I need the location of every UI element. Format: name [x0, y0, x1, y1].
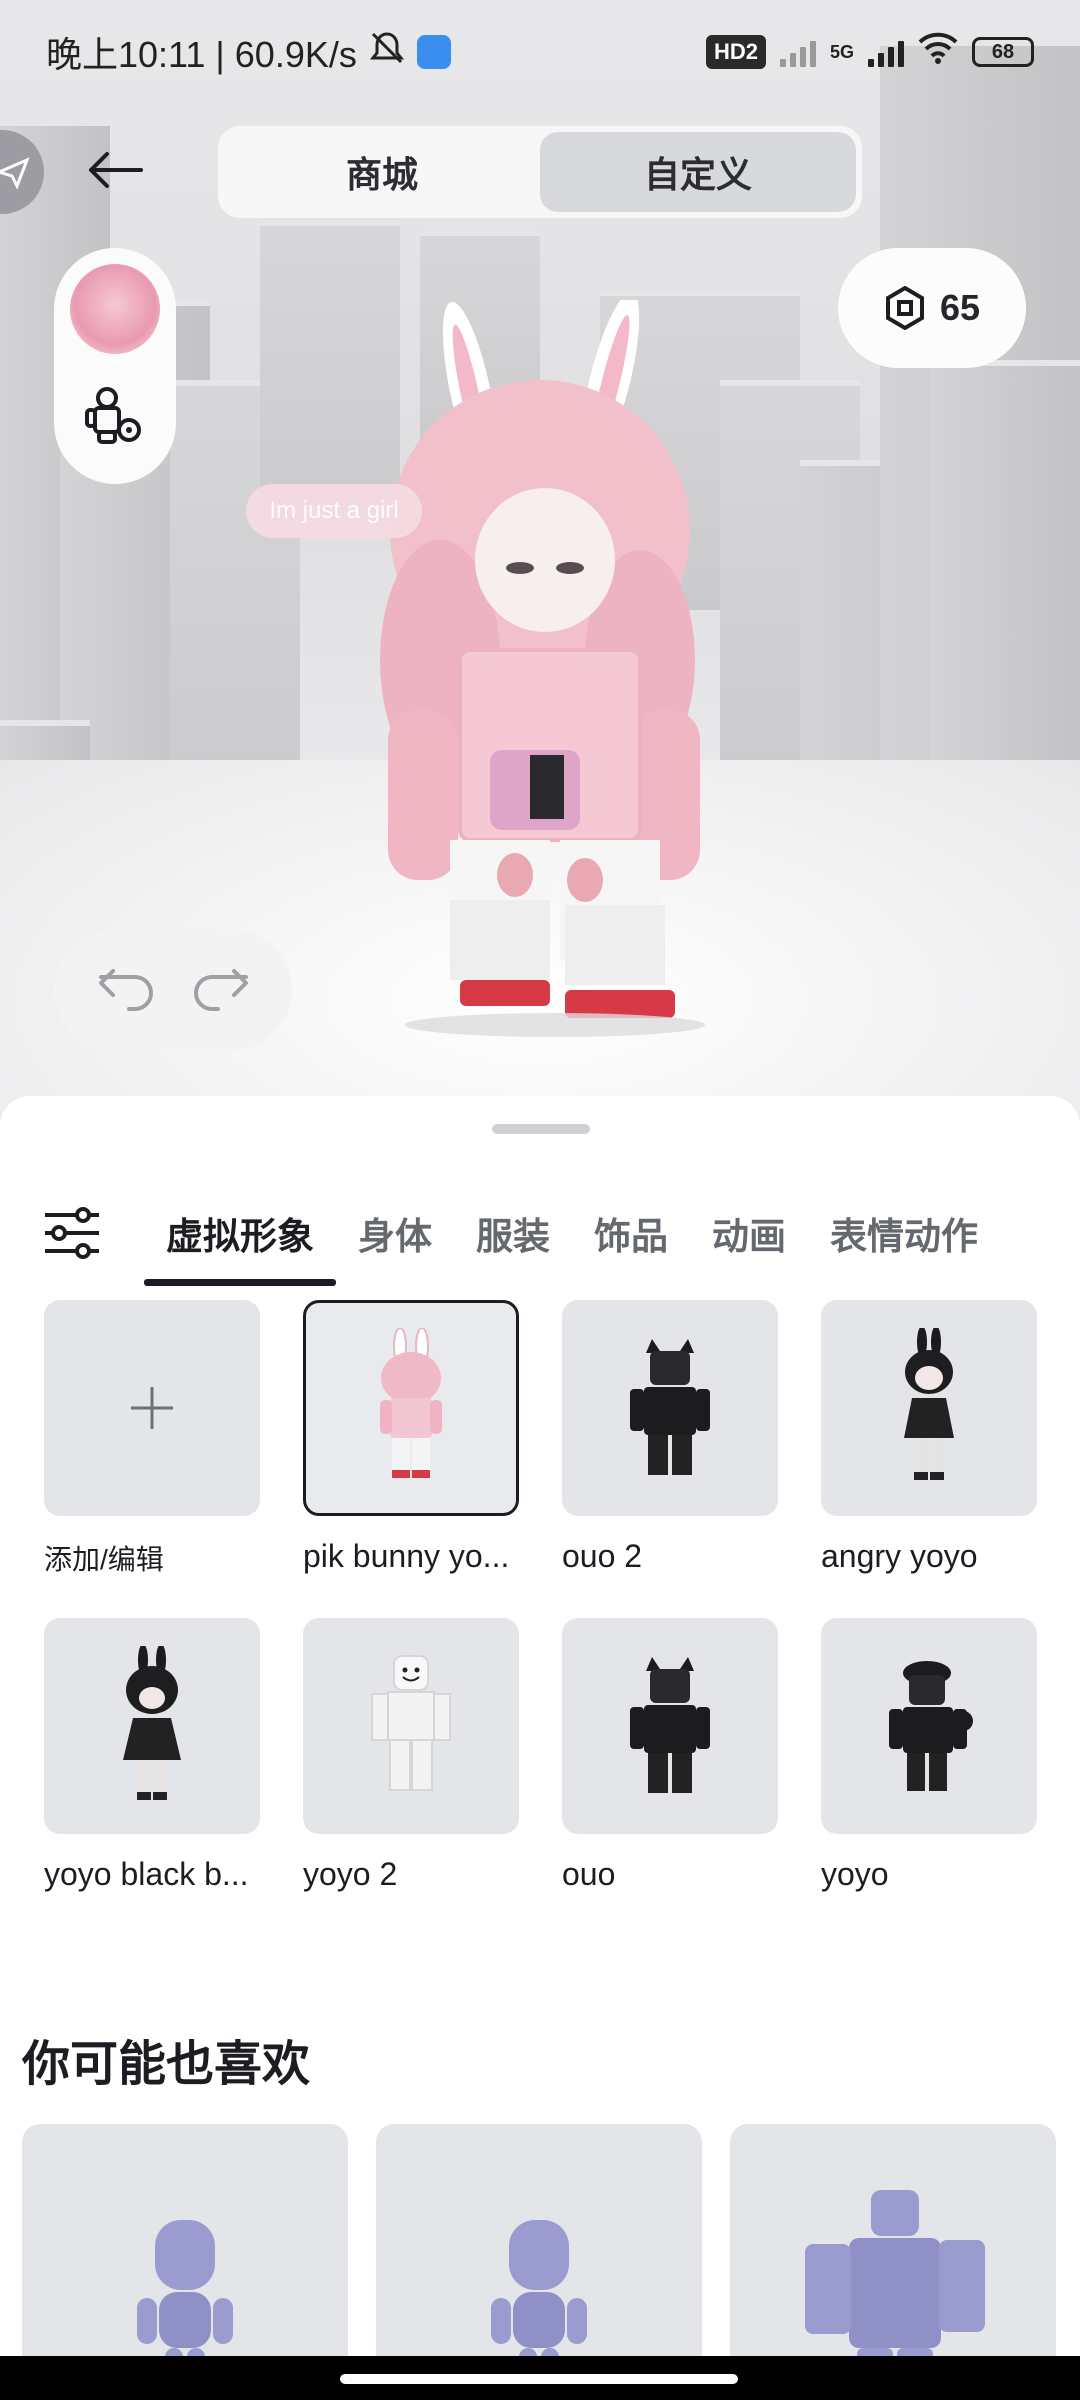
chat-bubble-text: Im just a girl: [269, 497, 399, 524]
outfit-label: angry yoyo: [821, 1538, 978, 1574]
avatar-thumbnail-icon: [904, 1328, 954, 1480]
wifi-icon: [918, 31, 958, 73]
outfit-thumbnail[interactable]: [562, 1618, 778, 1834]
sheet-drag-handle[interactable]: [492, 1124, 590, 1134]
outfit-add-cell: 添加/编辑: [44, 1300, 260, 1618]
undo-icon: [98, 968, 153, 1011]
category-tabs: 虚拟形象 身体 服装 饰品 动画 表情动作: [0, 1188, 1080, 1286]
avatar-thumbnail-icon: [630, 1657, 710, 1793]
avatar-settings-button[interactable]: [83, 384, 147, 453]
avatar-tools-panel: [54, 248, 176, 484]
outfit-label: ouo: [562, 1856, 616, 1892]
avatar-figure: [380, 300, 705, 1037]
battery-level: 68: [991, 40, 1015, 63]
redo-icon: [193, 968, 248, 1011]
battery-icon: 68: [972, 37, 1034, 67]
signal-icon-sim2: [868, 37, 904, 67]
filter-button[interactable]: [0, 1188, 144, 1278]
robux-balance[interactable]: 65: [838, 248, 1026, 368]
outfit-card: angry yoyo: [821, 1300, 1037, 1618]
customize-bottom-sheet: 虚拟形象 身体 服装 饰品 动画 表情动作 添加/编辑 pik bunny yo…: [0, 1096, 1080, 2400]
avatar-thumbnail-icon: [123, 1646, 181, 1800]
add-edit-button[interactable]: [44, 1300, 260, 1516]
network-type: 5G: [829, 42, 854, 62]
robux-icon: [885, 286, 924, 330]
outfit-card: yoyo black b...: [44, 1618, 260, 1936]
tab-clothing[interactable]: 服装: [454, 1188, 572, 1278]
tab-customize[interactable]: 自定义: [540, 132, 856, 212]
outfit-label: yoyo: [821, 1856, 889, 1892]
avatar-thumbnail-icon: [371, 1655, 451, 1791]
outfit-label: ouo 2: [562, 1538, 643, 1574]
tab-avatars[interactable]: 虚拟形象: [144, 1188, 336, 1286]
sliders-icon: [45, 1207, 99, 1259]
outfit-thumbnail-selected[interactable]: [303, 1300, 519, 1516]
outfit-card: yoyo: [821, 1618, 1037, 1936]
status-time: 晚上10:11 | 60.9K/s: [46, 34, 357, 75]
plus-icon: [131, 1387, 173, 1429]
outfit-card: ouo 2: [562, 1300, 778, 1618]
redo-button[interactable]: [188, 963, 252, 1018]
system-navigation-bar: [0, 2356, 1080, 2400]
paper-plane-icon: [0, 157, 30, 189]
outfit-label: 添加/编辑: [44, 1544, 164, 1575]
robux-amount: 65: [939, 287, 981, 328]
header-segmented-control: 商城 自定义: [218, 126, 862, 218]
outfit-thumbnail[interactable]: [562, 1300, 778, 1516]
outfit-label: yoyo 2: [303, 1856, 398, 1892]
history-controls: [54, 930, 292, 1050]
avatar-thumbnail-icon: [630, 1339, 710, 1475]
status-bar: 晚上10:11 | 60.9K/s HD2 5G 68: [0, 0, 1080, 104]
hd-icon: HD2: [705, 35, 766, 69]
tab-accessories[interactable]: 饰品: [572, 1188, 690, 1278]
character-gear-icon: [85, 387, 141, 444]
outfit-thumbnail[interactable]: [821, 1300, 1037, 1516]
outfit-thumbnail[interactable]: [821, 1618, 1037, 1834]
signal-icon-sim1: [779, 37, 816, 67]
outfit-card: yoyo 2: [303, 1618, 519, 1936]
outfit-thumbnail[interactable]: [44, 1618, 260, 1834]
undo-button[interactable]: [95, 963, 159, 1018]
back-button[interactable]: [80, 140, 150, 200]
avatar-headshot[interactable]: [70, 264, 160, 354]
outfit-card: pik bunny yo...: [303, 1300, 519, 1618]
app-notification-icon: [416, 35, 451, 69]
chat-bubble: Im just a girl: [246, 484, 422, 538]
outfit-grid: 添加/编辑 pik bunny yo... ouo 2 angry yoyo y…: [44, 1300, 1044, 1936]
tab-shop[interactable]: 商城: [224, 132, 540, 212]
outfit-thumbnail[interactable]: [303, 1618, 519, 1834]
tab-emotes[interactable]: 表情动作: [808, 1188, 1000, 1278]
recommendations-title: 你可能也喜欢: [22, 2038, 311, 2091]
tab-body[interactable]: 身体: [336, 1188, 454, 1278]
outfit-label: pik bunny yo...: [303, 1538, 510, 1574]
avatar-thumbnail-icon: [889, 1661, 973, 1791]
tab-animations[interactable]: 动画: [690, 1188, 808, 1278]
outfit-card: ouo: [562, 1618, 778, 1936]
avatar-editor-screen: { "status_bar": { "time_speed": "晚上10:11…: [0, 0, 1080, 2400]
outfit-label: yoyo black b...: [44, 1856, 249, 1892]
home-gesture-handle[interactable]: [340, 2374, 738, 2384]
mute-icon: [367, 30, 407, 75]
arrow-left-icon: [89, 152, 143, 188]
avatar-thumbnail-icon: [380, 1328, 442, 1478]
